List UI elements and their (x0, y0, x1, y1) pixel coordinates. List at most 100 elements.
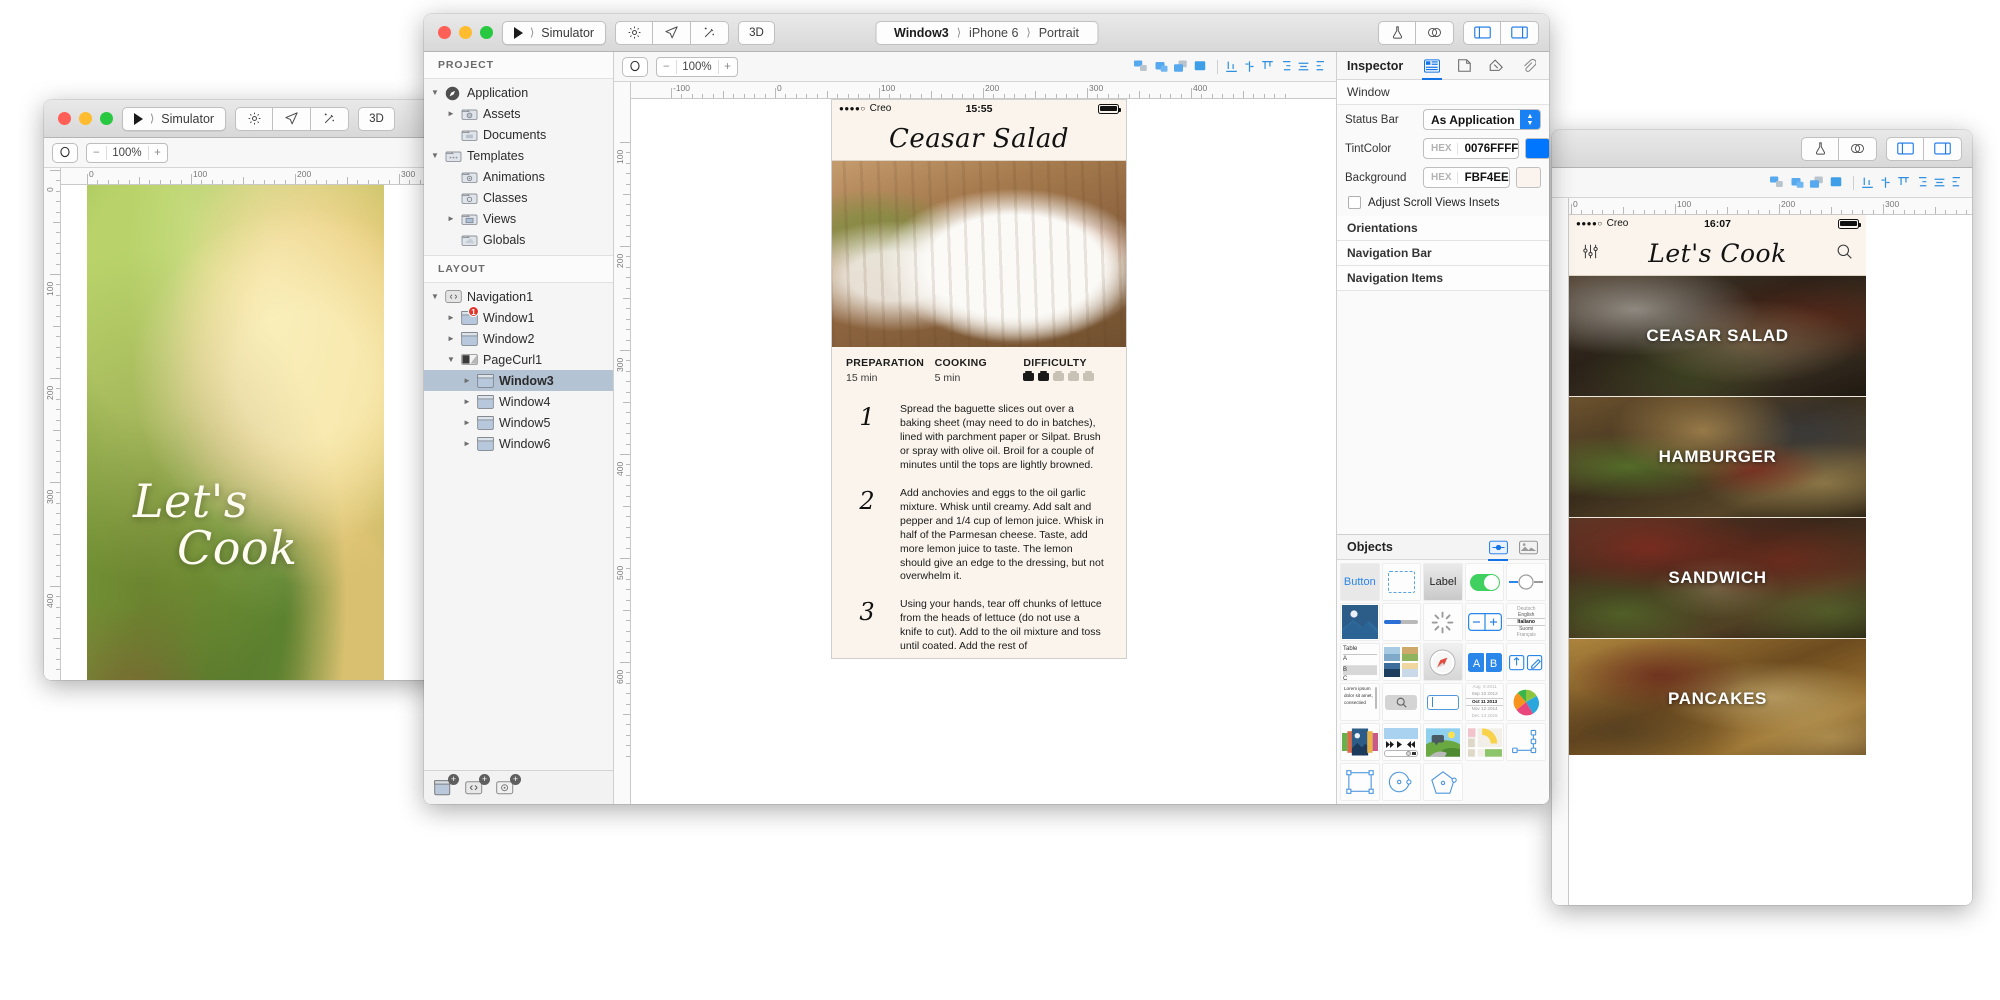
project-sidebar[interactable]: PROJECT ▼Application►Assets Documents▼Te… (424, 52, 614, 804)
tool-group-left[interactable] (235, 107, 349, 131)
tree-item-classes[interactable]: Classes (424, 187, 613, 208)
left-panel-icon[interactable] (1886, 137, 1924, 161)
add-navigation-button[interactable]: + (465, 778, 487, 797)
disclosure-closed-icon[interactable]: ► (446, 109, 456, 118)
paper-plane-icon[interactable] (273, 107, 311, 131)
preview-tools[interactable] (1378, 21, 1454, 45)
stepper-object[interactable] (1465, 603, 1505, 641)
tree-item-window5[interactable]: ►Window5 (424, 412, 613, 433)
activity-indicator-object[interactable] (1423, 603, 1463, 641)
media-tab-icon[interactable] (1517, 537, 1539, 557)
disclosure-open-icon[interactable]: ▼ (430, 292, 440, 301)
tintcolor-swatch[interactable] (1525, 138, 1549, 159)
align-toolbar-right[interactable] (1770, 176, 1965, 190)
add-animation-button[interactable]: + (496, 778, 518, 797)
layout-icon[interactable] (1453, 56, 1475, 76)
group-icon[interactable] (1134, 60, 1149, 73)
recipe-list[interactable]: CEASAR SALAD HAMBURGER SANDWICH (1569, 276, 1866, 755)
magic-wand-icon[interactable] (691, 21, 729, 45)
segmented-control-object[interactable]: A B (1465, 643, 1505, 681)
field-status-bar[interactable]: Status Bar As Application ▲▼ (1337, 105, 1549, 134)
gear-icon[interactable] (235, 107, 273, 131)
tintcolor-hex-input[interactable]: HEX 0076FFFF (1423, 138, 1519, 159)
phone-canvas-main[interactable]: ●●●●○ Creo 15:55 Ceasar Salad (831, 99, 1127, 659)
magnifier-icon[interactable] (622, 57, 648, 77)
zoom-out-button[interactable]: − (657, 61, 676, 73)
image-view-object[interactable] (1340, 603, 1380, 641)
zoom-button[interactable] (480, 26, 493, 39)
inspector-panel[interactable]: Inspector Window Status Bar As Appl (1336, 52, 1549, 804)
magic-wand-icon[interactable] (311, 107, 349, 131)
run-simulator-button[interactable]: ⟩ Simulator (122, 107, 226, 131)
background-hex-input[interactable]: HEX FBF4EE (1423, 167, 1510, 188)
objects-tab-icon[interactable] (1487, 537, 1509, 557)
align-bottom-icon[interactable] (1861, 176, 1874, 189)
tree-item-assets[interactable]: ►Assets (424, 103, 613, 124)
web-view-object[interactable] (1423, 643, 1463, 681)
zoom-control-left[interactable]: − 100% + (86, 143, 168, 163)
run-simulator-button[interactable]: ⟩ Simulator (502, 21, 606, 45)
attributes-icon[interactable] (1421, 56, 1443, 76)
tree-item-globals[interactable]: Globals (424, 229, 613, 250)
sidebar-bottom-bar[interactable]: + + + (424, 770, 613, 804)
add-window-button[interactable]: + (434, 778, 456, 797)
send-backward-icon[interactable] (1830, 176, 1845, 189)
align-right-icon[interactable] (1915, 176, 1928, 189)
slider-knob-object[interactable] (1506, 563, 1546, 601)
list-item[interactable]: HAMBURGER (1569, 397, 1866, 518)
panel-tools[interactable] (1463, 21, 1539, 45)
tree-item-window1[interactable]: ►1Window1 (424, 307, 613, 328)
zoom-in-button[interactable]: + (148, 147, 167, 159)
tree-item-views[interactable]: ►Views (424, 208, 613, 229)
circle-shape-object[interactable] (1382, 763, 1422, 801)
toggle-3d-button[interactable]: 3D (738, 21, 775, 45)
left-panel-icon[interactable] (1463, 21, 1501, 45)
align-toolbar-main[interactable] (1134, 60, 1329, 74)
list-item[interactable]: SANDWICH (1569, 518, 1866, 639)
ungroup-icon[interactable] (1154, 60, 1169, 73)
window-back-right[interactable]: 0100200300 ●●●●○ Creo 16:07 Let's Cook (1552, 130, 1972, 905)
text-view-object[interactable]: Lorem ipsum dolor sit amet, consectied (1340, 683, 1380, 721)
distribute-icon[interactable] (1933, 176, 1946, 189)
bring-forward-icon[interactable] (1810, 176, 1825, 189)
rect-shape-object[interactable] (1340, 763, 1380, 801)
tree-item-navigation1[interactable]: ▼Navigation1 (424, 286, 613, 307)
tree-item-pagecurl1[interactable]: ▼PageCurl1 (424, 349, 613, 370)
tree-item-application[interactable]: ▼Application (424, 82, 613, 103)
disclosure-closed-icon[interactable]: ► (446, 313, 456, 322)
minimize-button[interactable] (459, 26, 472, 39)
toolbar-object[interactable] (1506, 643, 1546, 681)
events-icon[interactable] (1485, 56, 1507, 76)
path-object[interactable] (1506, 723, 1546, 761)
group-navigation-bar[interactable]: Navigation Bar (1337, 241, 1549, 266)
group-icon[interactable] (1770, 176, 1785, 189)
gear-icon[interactable] (615, 21, 653, 45)
search-bar-object[interactable] (1382, 683, 1422, 721)
list-item[interactable]: CEASAR SALAD (1569, 276, 1866, 397)
field-tintcolor[interactable]: TintColor HEX 0076FFFF (1337, 134, 1549, 163)
sliders-icon[interactable] (1582, 243, 1599, 265)
objects-grid[interactable]: Button Label (1337, 560, 1549, 804)
right-toolbar-group-rw[interactable] (1801, 137, 1962, 161)
background-swatch[interactable] (1516, 167, 1541, 188)
ungroup-icon[interactable] (1790, 176, 1805, 189)
list-item[interactable]: PANCAKES (1569, 639, 1866, 755)
right-toolbar-group[interactable] (1378, 21, 1539, 45)
paper-plane-icon[interactable] (653, 21, 691, 45)
text-field-object[interactable] (1423, 683, 1463, 721)
tree-item-documents[interactable]: Documents (424, 124, 613, 145)
map-object[interactable] (1465, 723, 1505, 761)
window-main[interactable]: ⟩ Simulator 3D Window3 ⟩ iPhone 6 ⟩ Port… (424, 14, 1549, 804)
disclosure-closed-icon[interactable]: ► (462, 439, 472, 448)
flask-icon[interactable] (1801, 137, 1839, 161)
zoom-control-main[interactable]: − 100% + (656, 57, 738, 77)
view-object[interactable] (1382, 563, 1422, 601)
video-player-object[interactable] (1382, 723, 1422, 761)
design-canvas-area[interactable]: − 100% + (614, 52, 1336, 804)
field-background[interactable]: Background HEX FBF4EE (1337, 163, 1549, 192)
align-left-icon[interactable] (1315, 60, 1328, 73)
preview-tools-rw[interactable] (1801, 137, 1877, 161)
scene-object[interactable] (1423, 723, 1463, 761)
switch-object[interactable] (1465, 563, 1505, 601)
distribute-icon[interactable] (1297, 60, 1310, 73)
